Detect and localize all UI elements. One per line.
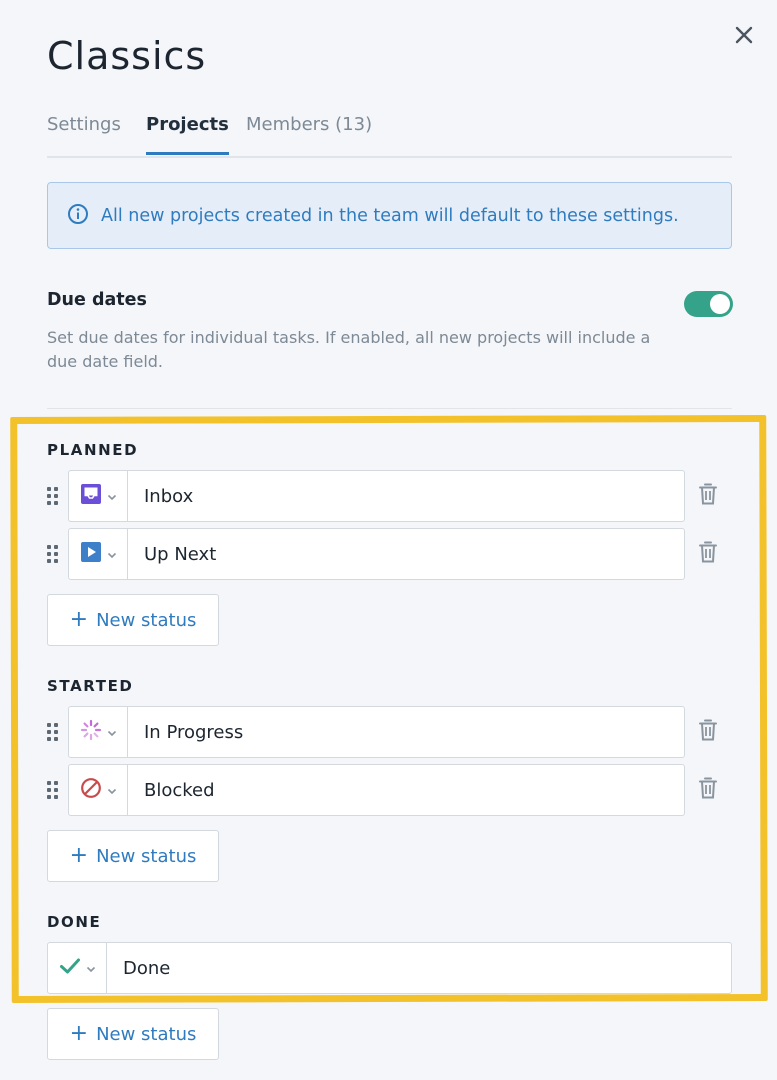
new-status-button-done[interactable]: + New status	[47, 1008, 219, 1060]
status-name-input[interactable]	[128, 765, 684, 815]
delete-status-button[interactable]	[697, 777, 719, 803]
drag-handle-icon[interactable]	[47, 487, 59, 505]
status-name-input[interactable]	[128, 529, 684, 579]
new-status-label: New status	[96, 845, 197, 867]
status-icon-picker[interactable]	[69, 707, 128, 757]
tab-settings[interactable]: Settings	[47, 114, 121, 152]
section-label-done: DONE	[47, 913, 102, 931]
due-dates-title: Due dates	[47, 290, 147, 310]
tab-members[interactable]: Members (13)	[246, 114, 372, 152]
status-row	[47, 470, 732, 522]
status-field	[68, 470, 685, 522]
tab-bar: Settings Projects Members (13)	[47, 100, 732, 158]
status-field	[68, 706, 685, 758]
delete-status-button[interactable]	[697, 483, 719, 509]
chevron-down-icon	[86, 959, 96, 978]
progress-spinner-icon	[80, 719, 102, 745]
info-banner: All new projects created in the team wil…	[47, 182, 732, 249]
status-icon-picker[interactable]	[69, 529, 128, 579]
chevron-down-icon	[107, 781, 117, 800]
section-label-started: STARTED	[47, 677, 134, 695]
status-row	[47, 706, 732, 758]
checkmark-icon	[59, 955, 81, 981]
chevron-down-icon	[107, 487, 117, 506]
status-row	[47, 764, 732, 816]
chevron-down-icon	[107, 545, 117, 564]
section-divider	[47, 408, 732, 409]
tab-projects[interactable]: Projects	[146, 114, 229, 155]
plus-icon: +	[69, 843, 89, 868]
section-label-planned: PLANNED	[47, 441, 139, 459]
status-row	[47, 942, 732, 994]
status-icon-picker[interactable]	[48, 943, 107, 993]
close-icon	[734, 25, 754, 49]
new-status-label: New status	[96, 1023, 197, 1045]
status-icon-picker[interactable]	[69, 765, 128, 815]
trash-icon	[699, 483, 717, 509]
new-status-button-started[interactable]: + New status	[47, 830, 219, 882]
trash-icon	[699, 777, 717, 803]
status-name-input[interactable]	[107, 943, 731, 993]
trash-icon	[699, 719, 717, 745]
close-button[interactable]	[731, 24, 757, 50]
dialog-title: Classics	[47, 34, 207, 78]
trash-icon	[699, 541, 717, 567]
plus-icon: +	[69, 607, 89, 632]
status-row	[47, 528, 732, 580]
chevron-down-icon	[107, 723, 117, 742]
status-icon-picker[interactable]	[69, 471, 128, 521]
inbox-icon	[80, 483, 102, 509]
status-field	[68, 528, 685, 580]
delete-status-button[interactable]	[697, 541, 719, 567]
due-dates-description: Set due dates for individual tasks. If e…	[47, 328, 651, 371]
blocked-icon	[80, 777, 102, 803]
due-dates-toggle[interactable]	[684, 291, 733, 317]
play-icon	[80, 541, 102, 567]
new-status-label: New status	[96, 609, 197, 631]
drag-handle-icon[interactable]	[47, 723, 59, 741]
new-status-button-planned[interactable]: + New status	[47, 594, 219, 646]
status-field	[47, 942, 732, 994]
drag-handle-icon[interactable]	[47, 545, 59, 563]
delete-status-button[interactable]	[697, 719, 719, 745]
status-field	[68, 764, 685, 816]
info-icon	[67, 203, 89, 229]
info-banner-text: All new projects created in the team wil…	[101, 205, 679, 226]
status-name-input[interactable]	[128, 471, 684, 521]
toggle-knob	[710, 294, 730, 314]
drag-handle-icon[interactable]	[47, 781, 59, 799]
plus-icon: +	[69, 1021, 89, 1046]
status-name-input[interactable]	[128, 707, 684, 757]
